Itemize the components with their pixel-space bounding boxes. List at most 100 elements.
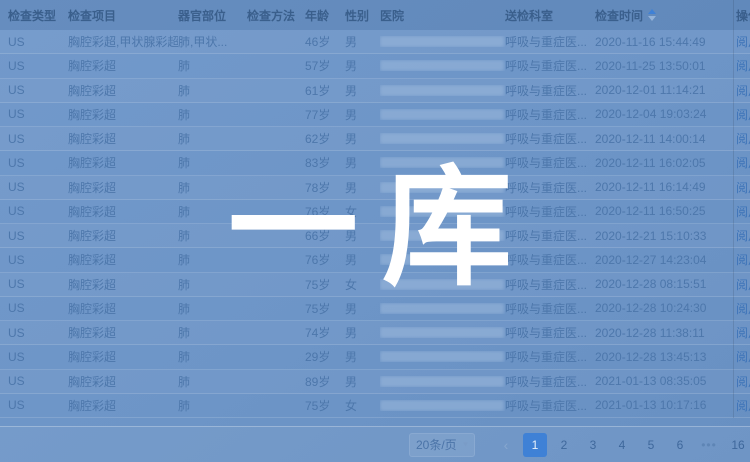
cell-action: 阅片 (736, 373, 750, 390)
cell-age: 75岁 (305, 300, 345, 317)
table-row[interactable]: US胸腔彩超肺83岁男呼吸与重症医...2020-12-11 16:02:05阅… (0, 151, 750, 175)
view-image-link[interactable]: 阅片 (736, 253, 750, 267)
table-row[interactable]: US胸腔彩超肺75岁男呼吸与重症医...2020-12-28 10:24:30阅… (0, 297, 750, 321)
cell-time: 2020-12-28 11:38:11 (595, 326, 736, 340)
view-image-link[interactable]: 阅片 (736, 302, 750, 316)
cell-age: 62岁 (305, 130, 345, 147)
page-button-5[interactable]: 5 (639, 433, 663, 457)
table-row[interactable]: US胸腔彩超肺57岁男呼吸与重症医...2020-11-25 13:50:01阅… (0, 54, 750, 78)
cell-time: 2020-12-28 08:15:51 (595, 277, 736, 291)
hospital-redacted-block (380, 279, 504, 290)
view-image-link[interactable]: 阅片 (736, 132, 750, 146)
prev-page-button[interactable]: ‹ (494, 433, 518, 457)
cell-dept: 呼吸与重症医... (505, 106, 595, 123)
cell-dept: 呼吸与重症医... (505, 397, 595, 414)
table-row[interactable]: US胸腔彩超,甲状腺彩超肺,甲状...46岁男呼吸与重症医...2020-11-… (0, 30, 750, 54)
cell-organ: 肺 (178, 82, 247, 99)
cell-item: 胸腔彩超 (68, 324, 178, 341)
view-image-link[interactable]: 阅片 (736, 399, 750, 413)
table-row[interactable]: US胸腔彩超肺75岁女呼吸与重症医...2021-01-13 10:17:16阅… (0, 394, 750, 418)
page-button-6[interactable]: 6 (668, 433, 692, 457)
cell-hospital (380, 85, 505, 96)
cell-item: 胸腔彩超 (68, 106, 178, 123)
cell-organ: 肺,甲状... (178, 33, 247, 50)
pagination-bar: 20条/页 ▾ ‹ 123456•••16 (0, 426, 750, 462)
column-header-label: 送检科室 (505, 7, 553, 24)
cell-action: 阅片 (736, 227, 750, 244)
cell-organ: 肺 (178, 373, 247, 390)
sort-caret-icon[interactable] (648, 9, 656, 21)
view-image-link[interactable]: 阅片 (736, 205, 750, 219)
view-image-link[interactable]: 阅片 (736, 375, 750, 389)
page-button-4[interactable]: 4 (610, 433, 634, 457)
view-image-link[interactable]: 阅片 (736, 181, 750, 195)
cell-hospital (380, 157, 505, 168)
column-header-label: 性别 (345, 7, 369, 24)
cell-age: 57岁 (305, 57, 345, 74)
cell-age: 74岁 (305, 324, 345, 341)
cell-dept: 呼吸与重症医... (505, 57, 595, 74)
cell-time: 2020-12-11 16:02:05 (595, 156, 736, 170)
table-header-row: 检查类型检查项目器官部位检查方法年龄性别医院送检科室检查时间操作 (0, 0, 750, 30)
cell-hospital (380, 254, 505, 265)
cell-hospital (380, 60, 505, 71)
column-header-time[interactable]: 检查时间 (595, 7, 736, 24)
cell-organ: 肺 (178, 276, 247, 293)
view-image-link[interactable]: 阅片 (736, 326, 750, 340)
table-row[interactable]: US胸腔彩超肺66岁男呼吸与重症医...2020-12-21 15:10:33阅… (0, 224, 750, 248)
view-image-link[interactable]: 阅片 (736, 59, 750, 73)
cell-gender: 男 (345, 154, 380, 171)
cell-age: 61岁 (305, 82, 345, 99)
table-row[interactable]: US胸腔彩超肺62岁男呼吸与重症医...2020-12-11 14:00:14阅… (0, 127, 750, 151)
cell-gender: 男 (345, 251, 380, 268)
view-image-link[interactable]: 阅片 (736, 278, 750, 292)
cell-action: 阅片 (736, 179, 750, 196)
view-image-link[interactable]: 阅片 (736, 229, 750, 243)
cell-action: 阅片 (736, 154, 750, 171)
cell-type: US (8, 350, 68, 364)
view-image-link[interactable]: 阅片 (736, 108, 750, 122)
cell-dept: 呼吸与重症医... (505, 300, 595, 317)
cell-item: 胸腔彩超 (68, 57, 178, 74)
column-header-label: 年龄 (305, 7, 329, 24)
view-image-link[interactable]: 阅片 (736, 156, 750, 170)
cell-dept: 呼吸与重症医... (505, 82, 595, 99)
table-row[interactable]: US胸腔彩超肺29岁男呼吸与重症医...2020-12-28 13:45:13阅… (0, 345, 750, 369)
cell-type: US (8, 35, 68, 49)
page-button-2[interactable]: 2 (552, 433, 576, 457)
cell-type: US (8, 204, 68, 218)
page-ellipsis[interactable]: ••• (697, 433, 721, 457)
page-button-1[interactable]: 1 (523, 433, 547, 457)
cell-age: 76岁 (305, 203, 345, 220)
page-size-select[interactable]: 20条/页 ▾ (409, 433, 475, 457)
table-row[interactable]: US胸腔彩超肺89岁男呼吸与重症医...2021-01-13 08:35:05阅… (0, 370, 750, 394)
page-button-16[interactable]: 16 (726, 433, 750, 457)
table-row[interactable]: US胸腔彩超肺61岁男呼吸与重症医...2020-12-01 11:14:21阅… (0, 79, 750, 103)
table-row[interactable]: US胸腔彩超肺77岁男呼吸与重症医...2020-12-04 19:03:24阅… (0, 103, 750, 127)
table-row[interactable]: US胸腔彩超肺76岁女呼吸与重症医...2020-12-11 16:50:25阅… (0, 200, 750, 224)
cell-age: 66岁 (305, 227, 345, 244)
cell-age: 75岁 (305, 397, 345, 414)
cell-time: 2020-12-01 11:14:21 (595, 83, 736, 97)
column-header-item: 检查项目 (68, 7, 178, 24)
view-image-link[interactable]: 阅片 (736, 84, 750, 98)
table-row[interactable]: US胸腔彩超肺75岁女呼吸与重症医...2020-12-28 08:15:51阅… (0, 273, 750, 297)
hospital-redacted-block (380, 303, 504, 314)
view-image-link[interactable]: 阅片 (736, 35, 750, 49)
page-button-3[interactable]: 3 (581, 433, 605, 457)
chevron-down-icon: ▾ (463, 440, 468, 449)
column-header-label: 检查方法 (247, 7, 295, 24)
cell-hospital (380, 400, 505, 411)
table-row[interactable]: US胸腔彩超肺78岁男呼吸与重症医...2020-12-11 16:14:49阅… (0, 176, 750, 200)
view-image-link[interactable]: 阅片 (736, 350, 750, 364)
cell-item: 胸腔彩超 (68, 130, 178, 147)
hospital-redacted-block (380, 400, 504, 411)
cell-item: 胸腔彩超,甲状腺彩超 (68, 33, 178, 50)
column-header-type: 检查类型 (8, 7, 68, 24)
table-row[interactable]: US胸腔彩超肺74岁男呼吸与重症医...2020-12-28 11:38:11阅… (0, 321, 750, 345)
page-buttons: 123456•••16 (518, 433, 750, 457)
cell-action: 阅片 (736, 57, 750, 74)
table-row[interactable]: US胸腔彩超肺76岁男呼吸与重症医...2020-12-27 14:23:04阅… (0, 248, 750, 272)
cell-item: 胸腔彩超 (68, 276, 178, 293)
cell-type: US (8, 180, 68, 194)
